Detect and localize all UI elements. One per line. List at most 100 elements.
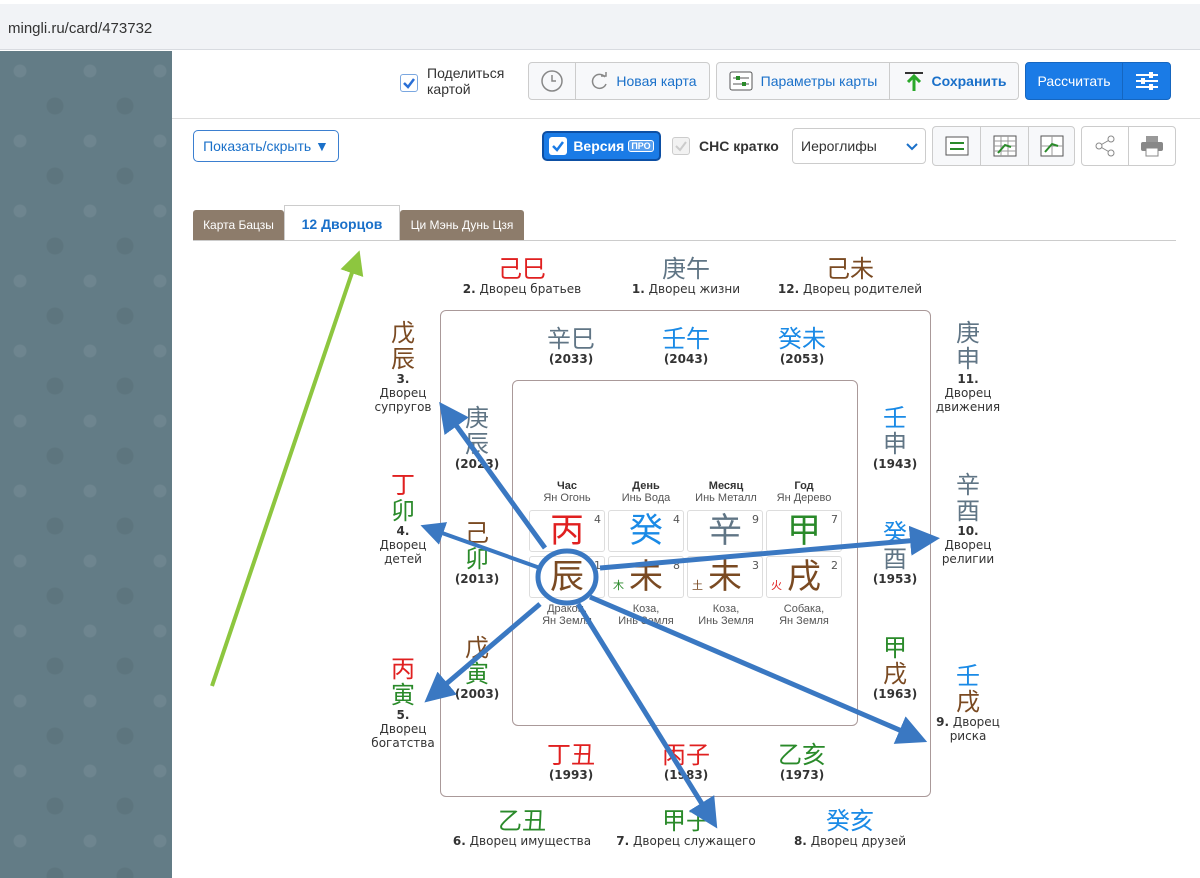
animal-element: Ян Земля [779,615,829,627]
palace-name: Дворец жизни [648,282,741,296]
palace-name: Дворец родителей [803,282,923,296]
palace-name: Дворец [379,538,427,552]
table-export-button[interactable] [980,126,1029,166]
luck-branch: 寅 [465,660,489,688]
luck-stem: 壬午 [662,325,710,353]
luck-pillar-1953[interactable]: 癸 酉 (1953) [873,520,917,586]
pillar-element: Инь Вода [621,492,671,504]
palace-movement[interactable]: 庚 申 11. Дворец движения [936,320,1000,414]
palace-risk[interactable]: 壬 戌 9. Дворец риска [936,663,1000,743]
palace-wealth[interactable]: 丙 寅 5. Дворец богатства [371,656,434,750]
version-label: Версия [573,138,625,154]
palace-name: Дворец [379,722,427,736]
palace-spouses[interactable]: 戊 辰 3. Дворец супругов [375,320,432,414]
year-stem-box[interactable]: 甲7 [766,510,842,552]
palace-stem: 甲子 [661,807,710,835]
pillar-title: День [632,480,660,492]
luck-pillar-2043[interactable]: 壬午 (2043) [662,326,710,366]
palace-number: 7. [616,834,630,848]
luck-pillar-2023[interactable]: 庚 辰 (2023) [455,405,499,471]
luck-branch: 辰 [465,430,489,458]
calculate-button[interactable]: Рассчитать [1025,62,1123,100]
luck-pillar-2013[interactable]: 己 卯 (2013) [455,520,499,586]
pillar-title: Год [794,480,814,492]
palace-stem: 己未 [826,255,874,283]
animal-element: Ян Земля [542,615,592,627]
luck-pillar-1993[interactable]: 丁丑 (1993) [547,742,595,782]
luck-pillar-1943[interactable]: 壬 申 (1943) [873,405,917,471]
swap-view-button[interactable] [932,126,981,166]
version-toggle[interactable]: Версия ПРО [542,131,661,161]
palace-parents[interactable]: 己未 12. Дворец родителей [778,256,922,296]
palace-life[interactable]: 庚午 1. Дворец жизни [632,256,740,296]
pillar-month: Месяц Инь Металл [686,480,766,504]
new-card-button[interactable]: Новая карта [575,62,710,100]
history-button[interactable] [528,62,576,100]
luck-pillar-2053[interactable]: 癸未 (2053) [778,326,826,366]
share-checkbox[interactable] [400,74,418,92]
luck-pillar-1983[interactable]: 丙子 (1983) [662,742,710,782]
day-stem-box[interactable]: 癸4 [608,510,684,552]
palace-branch: 辰 [390,345,415,373]
share-button[interactable] [1081,126,1129,166]
page-background-pattern [0,51,172,878]
refresh-icon [592,72,608,90]
luck-branch: 酉 [883,545,907,573]
palace-stem: 癸亥 [825,807,874,835]
luck-pillar-2033[interactable]: 辛巳 (2033) [547,326,595,366]
show-hide-label: Показать/скрыть ▼ [203,138,329,154]
luck-stem: 壬 [883,404,907,432]
pillar-year: Год Ян Дерево [764,480,844,504]
luck-pillar-2003[interactable]: 戊 寅 (2003) [455,635,499,701]
params-button[interactable]: Параметры карты [716,62,890,100]
palace-servant[interactable]: 甲子 7. Дворец служащего [616,808,755,848]
palace-name: Дворец друзей [810,834,907,848]
luck-pillar-1973[interactable]: 乙亥 (1973) [778,742,826,782]
palace-friends[interactable]: 癸亥 8. Дворец друзей [794,808,906,848]
palace-stem: 戊 [390,319,415,347]
palace-religion[interactable]: 辛 酉 10. Дворец религии [942,472,994,566]
palace-stem: 庚午 [662,255,710,283]
month-branch-box[interactable]: 未3土 [687,556,763,598]
show-hide-button[interactable]: Показать/скрыть ▼ [193,130,339,162]
snc-checkbox[interactable] [672,137,690,155]
luck-stem: 甲 [883,634,907,662]
script-select[interactable]: Иероглифы [792,128,926,164]
save-button[interactable]: Сохранить [889,62,1019,100]
tab-12-palaces[interactable]: 12 Дворцов [284,205,400,241]
luck-stem: 庚 [465,404,489,432]
tab-qimen[interactable]: Ци Мэнь Дунь Цзя [400,210,524,240]
year-branch-box[interactable]: 戌2火 [766,556,842,598]
version-checkbox [549,137,568,155]
palace-children[interactable]: 丁 卯 4. Дворец детей [380,472,427,566]
luck-pillar-1963[interactable]: 甲 戌 (1963) [873,635,917,701]
pillar-title: Месяц [708,480,744,492]
sliders-icon [729,71,753,91]
month-stem-box[interactable]: 辛9 [687,510,763,552]
hour-stem-box[interactable]: 丙4 [529,510,605,552]
palace-name: Дворец [944,538,992,552]
branch-number: 2 [831,559,838,572]
palace-name-2: риска [949,729,987,743]
palace-property[interactable]: 乙丑 6. Дворец имущества [453,808,591,848]
palace-stem: 丁 [391,471,415,499]
day-branch-box[interactable]: 未8木 [608,556,684,598]
print-button[interactable] [1128,126,1176,166]
tab-bazi-card[interactable]: Карта Бацзы [193,210,284,240]
hour-branch-box[interactable]: 辰1 [529,556,605,598]
animal-name: Дракон, [547,603,587,615]
luck-branch: 戌 [883,660,907,688]
palace-name: Дворец [379,386,427,400]
luck-stem: 辛巳 [547,325,595,353]
calc-settings-button[interactable] [1122,62,1171,100]
check-icon [403,78,415,89]
printer-icon [1141,136,1163,157]
day-animal: Коза, Инь Земля [606,603,686,627]
grid-export-button[interactable] [1028,126,1075,166]
palace-number: 12. [777,282,800,296]
palace-brothers[interactable]: 己巳 2. Дворец братьев [463,256,581,296]
branch-number: 3 [752,559,759,572]
palace-number: 4. [396,524,410,538]
inner-frame [512,380,858,726]
url-text[interactable]: mingli.ru/card/473732 [8,20,152,37]
